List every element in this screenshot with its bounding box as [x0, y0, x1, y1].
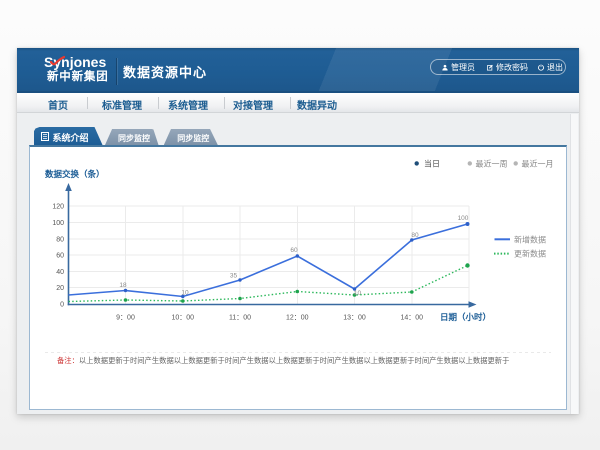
svg-text:更新数据: 更新数据 [514, 249, 546, 259]
svg-text:11：00: 11：00 [229, 315, 251, 322]
svg-text:100: 100 [52, 220, 64, 227]
svg-text:18: 18 [119, 282, 127, 289]
svg-text:60: 60 [290, 247, 298, 254]
svg-text:120: 120 [52, 204, 64, 211]
svg-text:40: 40 [56, 269, 64, 276]
svg-text:0: 0 [60, 302, 64, 309]
svg-text:12：00: 12：00 [286, 315, 309, 322]
svg-text:13：00: 13：00 [343, 315, 366, 322]
svg-text:最近一月: 最近一月 [522, 158, 554, 168]
svg-text:10：00: 10：00 [172, 315, 195, 322]
svg-text:9：00: 9：00 [116, 315, 135, 322]
svg-text:60: 60 [56, 253, 64, 260]
svg-text:10: 10 [354, 290, 362, 297]
svg-text:20: 20 [56, 285, 64, 292]
svg-text:80: 80 [56, 236, 64, 243]
svg-text:新增数据: 新增数据 [514, 234, 546, 244]
svg-text:100: 100 [458, 215, 469, 222]
svg-text:日期（小时）: 日期（小时） [440, 312, 491, 322]
svg-text:80: 80 [411, 232, 419, 239]
svg-text:14：00: 14：00 [401, 315, 424, 322]
svg-text:最近一周: 最近一周 [476, 158, 508, 168]
svg-text:35: 35 [230, 273, 238, 280]
svg-text:当日: 当日 [424, 158, 440, 168]
svg-text:10: 10 [181, 290, 189, 297]
svg-text:数据交换（条）: 数据交换（条） [45, 169, 105, 179]
